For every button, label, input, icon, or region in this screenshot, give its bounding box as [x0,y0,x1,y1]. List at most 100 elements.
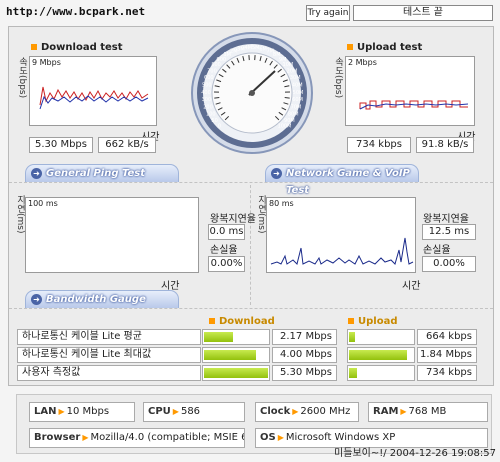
tab-general-ping-test[interactable]: ➜ General Ping Test [25,164,179,182]
tab-bandwidth-gauge[interactable]: ➜ Bandwidth Gauge [25,290,179,308]
download-value: 2.17 Mbps [272,329,337,345]
bandwidth-download-header: Download [209,316,275,327]
download-bar-fill [204,368,268,378]
upload-bar-fill [349,350,407,360]
ping-right-xlabel: 시간 [402,281,421,292]
gauge-tick-label: 50 [211,118,217,124]
gauge-hub [249,90,255,96]
triangle-right-icon: ▶ [82,433,89,442]
try-again-button[interactable]: Try again [306,5,350,21]
gauge-tick-label: 400 [201,90,211,96]
triangle-right-icon: ▶ [277,433,284,442]
bandwidth-row-label: 사용자 측정값 [17,365,201,381]
download-bar-fill [204,332,233,342]
download-bar-fill [204,350,256,360]
bullet-icon [31,44,37,50]
gauge-tick-mark [214,97,220,99]
download-series-red [39,86,149,106]
tab-network-game-voip-test[interactable]: ➜ Network Game & VoIP Test [265,164,419,196]
gauge-tick-label: 40M [292,82,303,88]
upload-rate-box: 91.8 kB/s [416,137,474,153]
upload-bar-fill [349,332,355,342]
speed-gauge: 0501002003004005006007008009001M2M 3M 4M 5M… [191,32,313,154]
arrow-right-icon: ➜ [271,168,282,179]
bullet-icon [209,318,215,324]
gauge-tick-label: 50M [293,90,304,96]
gauge-tick-label: 5M [252,45,260,51]
triangle-right-icon: ▶ [400,407,407,416]
ping-right-line-chart [270,237,414,265]
ping-right-scale: 80 ms [269,199,294,208]
speed-test-panel: Download test 속도(bps) 9 Mbps 시간 5.30 Mbp… [8,26,494,386]
download-graph: 9 Mbps [29,56,157,126]
ram-info: RAM ▶ 768 MB [368,402,488,422]
upload-graph: 2 Mbps [345,56,475,126]
ping-right-graph: 80 ms [266,197,416,273]
upload-scale: 2 Mbps [348,58,377,67]
download-value: 4.00 Mbps [272,347,337,363]
upload-bar-fill [349,368,357,378]
download-value: 5.30 Mbps [272,365,337,381]
gauge-tick-label: 20M [287,68,298,74]
ping-left-delay-label: 왕복지연율 [210,214,256,225]
ping-left-loss-box: 0.00% [208,256,245,272]
gauge-tick-label: 800 [211,62,221,68]
gauge-tick-mark [284,97,290,99]
gauge-tick-label: 10M [283,62,294,68]
download-bar [202,329,270,345]
upload-value: 734 kbps [417,365,477,381]
triangle-right-icon: ▶ [58,407,65,416]
clock-info: Clock ▶ 2600 MHz [255,402,359,422]
gauge-tick-label: 3M [237,46,245,52]
footer-signature: 미들보이~!/ 2004-12-26 19:08:57 [334,448,496,459]
gauge-tick-label: 60M [292,97,303,103]
ping-left-scale: 100 ms [28,199,58,208]
gauge-tick-label: 80M [288,111,299,117]
browser-info: Browser ▶ Mozilla/4.0 (compatible; MSIE 6.… [29,428,245,448]
triangle-right-icon: ▶ [172,407,179,416]
upload-title: Upload test [347,42,422,53]
upload-speed-box: 734 kbps [347,137,411,153]
test-end-button[interactable]: 테스트 끝 [353,5,493,21]
gauge-tick-label: 30M [290,75,301,81]
gauge-tick-label: 600 [204,75,214,81]
ping-right-series [270,237,414,265]
arrow-right-icon: ➜ [31,168,42,179]
download-bar [202,347,270,363]
upload-bar [347,347,415,363]
arrow-right-icon: ➜ [31,294,42,305]
ping-right-delay-box: 12.5 ms [422,224,476,240]
ping-right-loss-label: 손실율 [423,245,451,256]
lan-info: LAN ▶ 10 Mbps [29,402,135,422]
ping-right-loss-box: 0.00% [422,256,476,272]
gauge-tick-label: 300 [202,97,212,103]
ping-left-loss-label: 손실율 [210,245,238,256]
gauge-tick-label: 700 [207,68,217,74]
gauge-tick-label: 100 [206,111,216,117]
upload-bar [347,329,415,345]
gauge-tick-label: 100M [278,124,292,130]
upload-value: 664 kbps [417,329,477,345]
gauge-tick-label: 70M [291,105,302,111]
upload-value: 1.84 Mbps [417,347,477,363]
bandwidth-upload-header: Upload [348,316,397,327]
ping-left-delay-box: 0.0 ms [208,224,245,240]
bullet-icon [348,318,354,324]
upload-ylabel: 속도(bps) [333,57,343,99]
bullet-icon [347,44,353,50]
gauge-tick-label: 500 [202,82,212,88]
triangle-right-icon: ▶ [292,407,299,416]
gauge-tick-label: 200 [203,105,213,111]
gauge-tick-label: 4M [245,45,253,51]
download-ylabel: 속도(bps) [17,57,27,99]
cpu-info: CPU ▶ 586 [143,402,245,422]
upload-bar [347,365,415,381]
divider [9,182,493,183]
divider [9,308,493,309]
bandwidth-row-label: 하나로통신 케이블 Lite 평균 [17,329,201,345]
site-url: http://www.bcpark.net [6,5,146,18]
download-bar [202,365,270,381]
gauge-tick-label: 0 [218,124,221,130]
ping-left-graph: 100 ms [25,197,199,273]
divider [250,185,251,305]
